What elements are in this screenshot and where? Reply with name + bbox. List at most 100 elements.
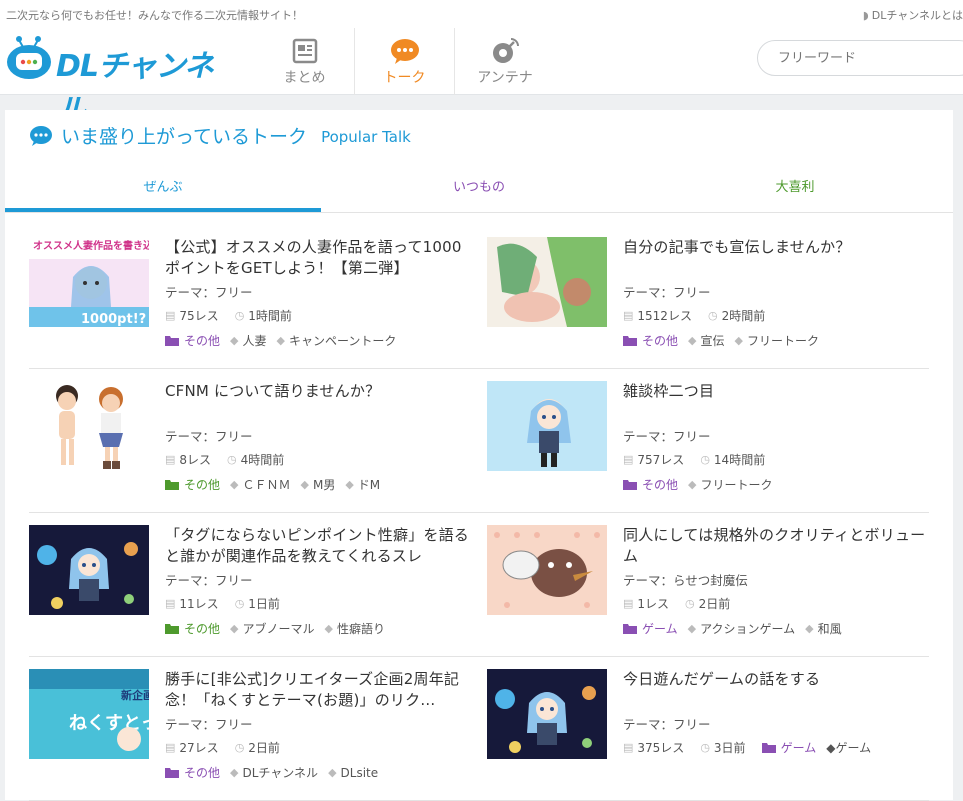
talk-title[interactable]: 「タグにならないピンポイント性癖」を語ると誰かが関連作品を教えてくれるスレ [165,525,475,567]
tag-link[interactable]: ◆ 性癖語り [325,620,385,637]
talk-info: 勝手に[非公式]クリエイターズ企画2周年記念！「ねくすとテーマ(お題)」のリク…… [165,669,475,781]
tag-link[interactable]: ◆ フリートーク [735,332,819,349]
talk-thumbnail[interactable] [29,525,149,615]
tag-link[interactable]: ◆ M男 [301,476,336,493]
tag-link[interactable]: ◆ 和風 [805,620,841,637]
talk-item[interactable]: CFNM について語りませんか？ テーマ：フリー ▤ 8レス ◷ 4時間前 その他 ◆ ＣＦＮＭ… [29,381,469,505]
tag-link[interactable]: ◆ 人妻 [230,332,266,349]
category-link[interactable]: その他 [165,332,220,349]
talk-item[interactable]: 「タグにならないピンポイント性癖」を語ると誰かが関連作品を教えてくれるスレ テーマ… [29,525,469,649]
site-header: DLチャンネル まとめ トーク [0,28,963,128]
talk-item[interactable]: オススメ人妻作品を書き込むと1000pt!?【公式】オススメの人妻作品を語って1… [29,237,469,361]
shield-icon: ◗ [862,9,869,22]
category-link[interactable]: その他 [623,332,678,349]
nav-antenna[interactable]: アンテナ [455,28,555,95]
tag-link[interactable]: ◆ DLsite [328,766,378,780]
top-bar: 二次元なら何でもお任せ！みんなで作る二次元情報サイト！ ◗ DLチャンネルとは [0,0,963,28]
category-link[interactable]: その他 [165,764,220,781]
clock-icon: ◷ [685,596,695,610]
talk-title[interactable]: 雑談枠二つ目 [623,381,933,423]
talk-thumbnail[interactable] [29,381,149,471]
tag-link[interactable]: ◆ 宣伝 [688,332,724,349]
folder-icon [623,336,637,346]
talk-title[interactable]: 同人にしては規格外のクオリティとボリューム [623,525,933,567]
site-tagline: 二次元なら何でもお任せ！みんなで作る二次元情報サイト！ [6,9,303,22]
tab-usual[interactable]: いつもの [321,170,637,212]
tag-link[interactable]: ◆ゲーム [826,739,871,756]
tag-link[interactable]: ◆ キャンペーントーク [277,332,397,349]
tag-icon: ◆ [230,478,239,491]
talk-theme: テーマ：フリー [165,573,253,588]
talk-item[interactable]: 自分の記事でも宣伝しませんか？ テーマ：フリー ▤ 1512レス ◷ 2時間前 その他 ◆ 宣伝… [487,237,927,361]
folder-icon [623,624,637,634]
folder-icon [165,336,179,346]
talk-title[interactable]: 勝手に[非公式]クリエイターズ企画2周年記念！「ねくすとテーマ(お題)」のリク… [165,669,475,711]
comment-icon: ▤ [623,452,634,466]
comment-icon: ▤ [165,740,176,754]
clock-icon: ◷ [700,740,710,754]
nav-talk[interactable]: トーク [355,28,455,95]
talk-info: 雑談枠二つ目テーマ：フリー ▤ 757レス ◷ 14時間前 その他 ◆ フリートーク [623,381,933,493]
talk-meta: ▤ 757レス ◷ 14時間前 [623,452,766,467]
tag-icon: ◆ [230,766,239,779]
tag-link[interactable]: ◆ アクションゲーム [688,620,796,637]
talk-meta: ▤ 375レス ◷ 3日前 ゲーム ◆ゲーム [623,739,872,756]
about-link[interactable]: ◗ DLチャンネルとは [863,7,963,23]
talk-thumbnail[interactable] [487,237,607,327]
talk-thumbnail[interactable] [487,525,607,615]
site-logo[interactable]: DLチャンネル [6,34,236,128]
clock-icon: ◷ [234,596,245,610]
tag-icon: ◆ [328,766,337,779]
folder-icon [623,480,637,490]
talk-tags: その他 ◆ アブノーマル ◆ 性癖語り [165,620,475,637]
search-input[interactable] [757,40,963,76]
talk-tags: その他 ◆ DLチャンネル ◆ DLsite [165,764,475,781]
talk-thumbnail[interactable]: オススメ人妻作品を書き込むと 1000pt!? [29,237,149,327]
tag-link[interactable]: ◆ ドM [345,476,380,493]
talk-theme: テーマ：フリー [165,285,253,300]
antenna-icon [493,37,519,63]
section-title-text: いま盛り上がっているトーク [61,126,308,148]
comment-icon: ▤ [165,452,176,466]
tag-icon: ◆ [805,622,814,635]
talk-thumbnail[interactable]: ねくすとっ新企画始動! [29,669,149,759]
talk-thumbnail[interactable] [487,669,607,759]
tag-icon: ◆ [230,334,239,347]
talk-item[interactable]: ねくすとっ新企画始動!勝手に[非公式]クリエイターズ企画2周年記念！「ねくすとテ… [29,669,469,793]
talk-thumbnail[interactable] [487,381,607,471]
tag-icon: ◆ [688,334,697,347]
category-link[interactable]: ゲーム [623,620,678,637]
category-link[interactable]: ゲーム [761,739,816,756]
talk-theme: テーマ：フリー [165,429,253,444]
tag-link[interactable]: ◆ アブノーマル [230,620,314,637]
talk-info: 今日遊んだゲームの話をする テーマ：フリー ▤ 375レス ◷ 3日前 ゲーム ◆ゲーム [623,669,933,755]
talk-info: 自分の記事でも宣伝しませんか？ テーマ：フリー ▤ 1512レス ◷ 2時間前 その他 ◆ 宣伝… [623,237,933,349]
talk-theme: テーマ：フリー [623,429,711,444]
tag-icon: ◆ [687,622,697,635]
tag-link[interactable]: ◆ DLチャンネル [230,764,318,781]
clock-icon: ◷ [700,452,710,466]
talk-row: CFNM について語りませんか？ テーマ：フリー ▤ 8レス ◷ 4時間前 その他 ◆ ＣＦＮＭ… [29,369,929,513]
tag-link[interactable]: ◆ ＣＦＮＭ [230,476,290,493]
talk-item[interactable]: 同人にしては規格外のクオリティとボリューム テーマ：らせつ封魔伝 ▤ 1レス ◷ 2日前ゲ… [487,525,927,649]
nav-label-antenna: アンテナ [477,69,533,86]
tab-oogiri[interactable]: 大喜利 [637,170,953,212]
category-link[interactable]: その他 [165,476,220,493]
tag-icon: ◆ [276,334,285,347]
category-link[interactable]: その他 [623,476,678,493]
talk-title[interactable]: 【公式】オススメの人妻作品を語って1000ポイントをGETしよう！【第二弾】 [165,237,475,279]
tab-all[interactable]: ぜんぶ [5,170,321,212]
talk-theme: テーマ：フリー [623,285,711,300]
talk-title[interactable]: CFNM について語りませんか？ [165,381,475,423]
talk-meta: ▤ 27レス ◷ 2日前 [165,740,280,755]
nav-matome[interactable]: まとめ [255,28,355,95]
tag-link[interactable]: ◆ フリートーク [688,476,772,493]
talk-item[interactable]: 今日遊んだゲームの話をする テーマ：フリー ▤ 375レス ◷ 3日前 ゲーム ◆ゲーム [487,669,927,793]
svg-text:オススメ人妻作品を書き込むと: オススメ人妻作品を書き込むと [33,239,149,252]
comment-icon: ▤ [623,308,634,322]
category-link[interactable]: その他 [165,620,220,637]
speech-bubble-icon [30,125,52,146]
talk-theme: テーマ：フリー [165,717,253,732]
talk-title[interactable]: 自分の記事でも宣伝しませんか？ [623,237,933,279]
talk-item[interactable]: 雑談枠二つ目 テーマ：フリー ▤ 757レス ◷ 14時間前 その他 ◆ フリートーク [487,381,927,505]
